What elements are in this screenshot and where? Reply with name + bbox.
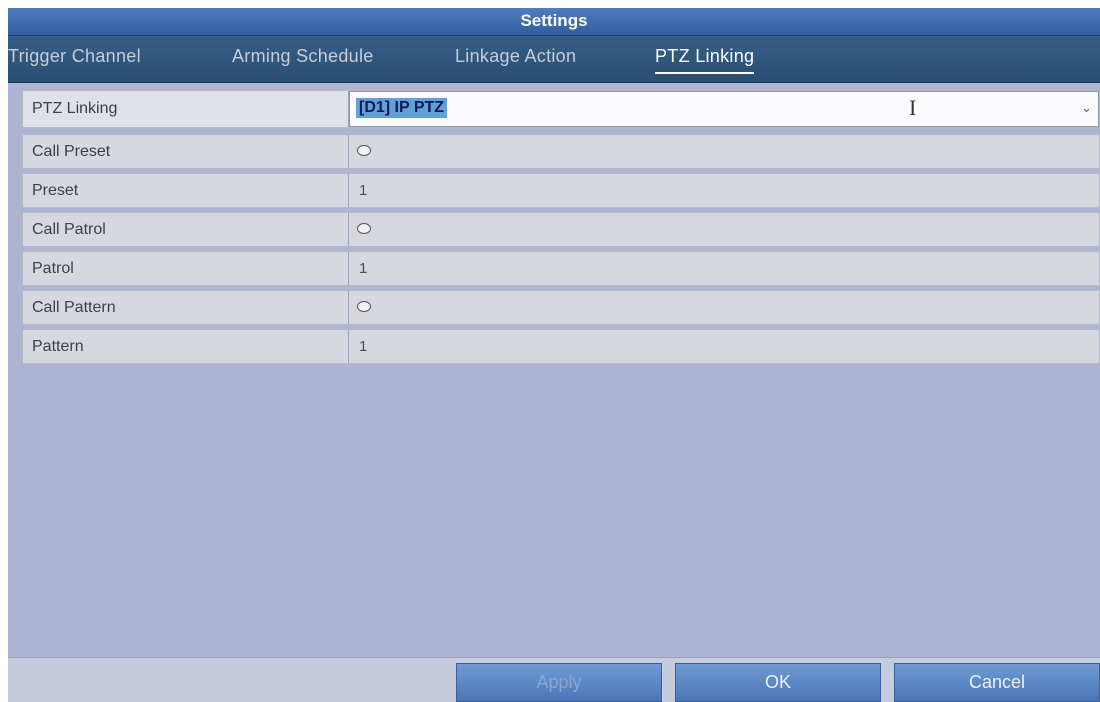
preset-row: Preset 1 bbox=[22, 173, 1100, 208]
preset-value[interactable]: 1 bbox=[350, 174, 1099, 207]
ptz-linking-select[interactable]: [D1] IP PTZ I ⌄ bbox=[349, 91, 1099, 127]
patrol-label: Patrol bbox=[23, 252, 349, 285]
preset-label: Preset bbox=[23, 174, 349, 207]
call-preset-radio[interactable] bbox=[357, 145, 371, 156]
call-patrol-row: Call Patrol bbox=[22, 212, 1100, 247]
pattern-label: Pattern bbox=[23, 330, 349, 363]
button-bar: Apply OK Cancel bbox=[8, 657, 1100, 702]
cancel-button[interactable]: Cancel bbox=[894, 663, 1100, 702]
chevron-down-icon[interactable]: ⌄ bbox=[1081, 100, 1092, 116]
call-patrol-label: Call Patrol bbox=[23, 213, 349, 246]
window-title: Settings bbox=[8, 8, 1100, 36]
text-cursor-icon: I bbox=[909, 95, 917, 120]
call-preset-value bbox=[350, 135, 1099, 168]
call-pattern-radio[interactable] bbox=[357, 301, 371, 312]
tab-ptz-linking[interactable]: PTZ Linking bbox=[655, 46, 755, 74]
tab-arming-schedule[interactable]: Arming Schedule bbox=[232, 46, 374, 67]
call-preset-label: Call Preset bbox=[23, 135, 349, 168]
pattern-row: Pattern 1 bbox=[22, 329, 1100, 364]
tab-trigger-channel[interactable]: Trigger Channel bbox=[8, 46, 141, 67]
call-pattern-label: Call Pattern bbox=[23, 291, 349, 324]
call-pattern-value bbox=[350, 291, 1099, 324]
tab-linkage-action[interactable]: Linkage Action bbox=[455, 46, 576, 67]
patrol-value[interactable]: 1 bbox=[350, 252, 1099, 285]
patrol-row: Patrol 1 bbox=[22, 251, 1100, 286]
tab-bar: Trigger Channel Arming Schedule Linkage … bbox=[8, 36, 1100, 83]
ptz-linking-selected-value: [D1] IP PTZ bbox=[356, 98, 448, 118]
ptz-linking-label: PTZ Linking bbox=[23, 91, 349, 127]
call-patrol-radio[interactable] bbox=[357, 223, 371, 234]
call-preset-row: Call Preset bbox=[22, 134, 1100, 169]
ptz-linking-row: PTZ Linking [D1] IP PTZ I ⌄ bbox=[22, 90, 1100, 128]
call-pattern-row: Call Pattern bbox=[22, 290, 1100, 325]
settings-window: Settings Trigger Channel Arming Schedule… bbox=[8, 8, 1100, 702]
ok-button[interactable]: OK bbox=[675, 663, 881, 702]
call-patrol-value bbox=[350, 213, 1099, 246]
pattern-value[interactable]: 1 bbox=[350, 330, 1099, 363]
apply-button[interactable]: Apply bbox=[456, 663, 662, 702]
